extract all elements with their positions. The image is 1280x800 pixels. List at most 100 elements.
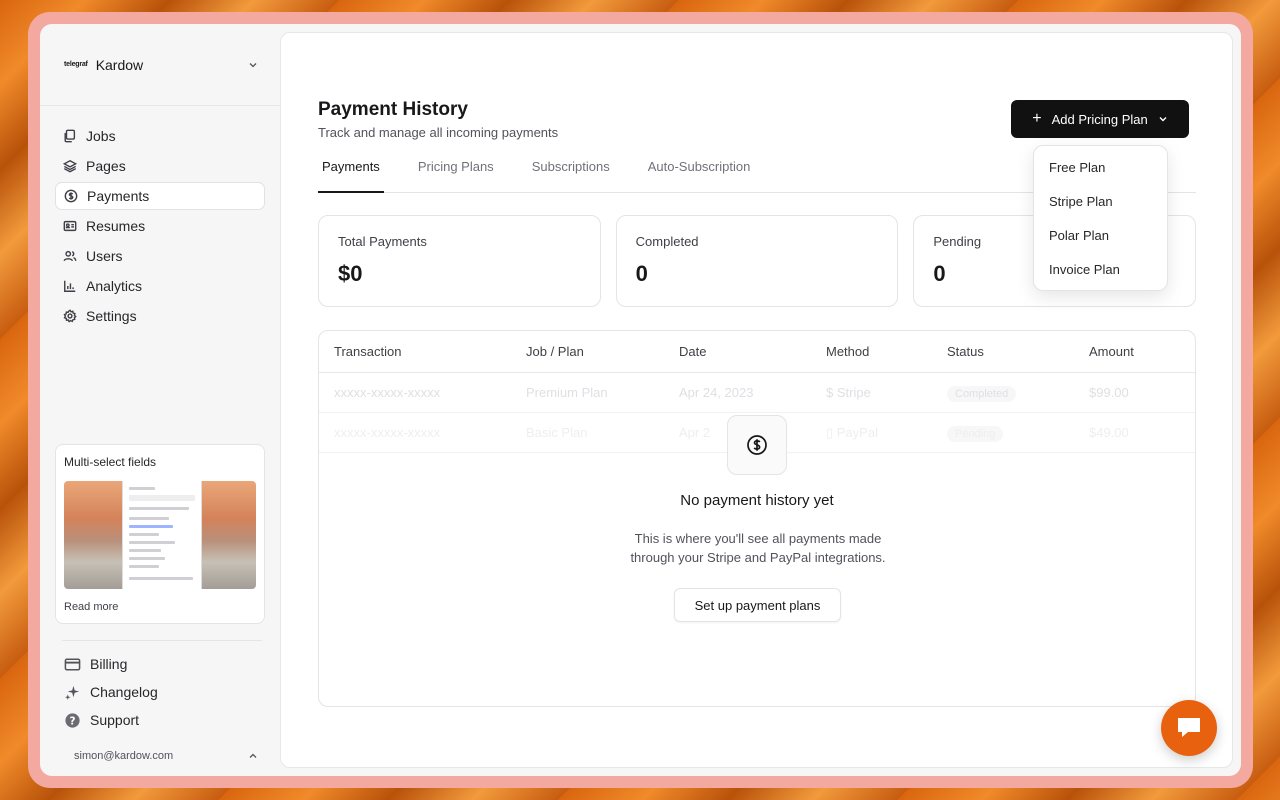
tab-payments[interactable]: Payments xyxy=(318,147,384,193)
empty-state-title: No payment history yet xyxy=(680,492,834,509)
ghost-cell: xxxxx-xxxxx-xxxxx xyxy=(334,385,441,400)
chevron-down-icon xyxy=(1159,117,1167,122)
sidebar-item-label: Billing xyxy=(90,656,128,672)
sidebar-item-label: Users xyxy=(86,248,123,264)
tab-subscriptions[interactable]: Subscriptions xyxy=(528,147,614,193)
stat-card-completed: Completed 0 xyxy=(615,215,899,307)
empty-state-description: This is where you'll see all payments ma… xyxy=(608,529,908,567)
add-pricing-plan-label: Add Pricing Plan xyxy=(1051,111,1148,127)
menu-item-invoice-plan[interactable]: Invoice Plan xyxy=(1034,252,1167,286)
setup-payment-plans-button[interactable]: Set up payment plans xyxy=(674,588,841,622)
ghost-cell: Completed xyxy=(947,385,1089,402)
column-header-amount: Amount xyxy=(1089,344,1134,359)
promo-image xyxy=(64,481,256,589)
add-pricing-plan-button[interactable]: + Add Pricing Plan xyxy=(1011,100,1189,138)
sidebar-item-label: Payments xyxy=(87,188,150,204)
sidebar-item-resumes[interactable]: Resumes xyxy=(55,212,265,240)
dollar-circle-icon xyxy=(64,189,78,203)
empty-desc-line: This is where you'll see all payments ma… xyxy=(634,531,882,546)
chevron-down-icon xyxy=(249,62,257,67)
user-menu[interactable]: simon@kardow.com xyxy=(74,750,258,762)
empty-state-icon-box xyxy=(727,415,787,475)
sidebar-item-label: Analytics xyxy=(86,278,143,294)
dollar-icon: $ xyxy=(826,385,837,400)
users-icon xyxy=(63,250,77,262)
chat-launcher-button[interactable] xyxy=(1161,700,1217,756)
tab-auto-subscription[interactable]: Auto-Subscription xyxy=(644,147,755,193)
payments-table: Transaction Job / Plan Date Method Statu… xyxy=(318,330,1196,707)
column-header-status: Status xyxy=(947,344,984,359)
sidebar-item-pages[interactable]: Pages xyxy=(55,152,265,180)
sidebar-item-analytics[interactable]: Analytics xyxy=(55,272,265,300)
id-card-icon xyxy=(63,220,77,232)
dollar-circle-icon xyxy=(747,435,767,455)
menu-item-polar-plan[interactable]: Polar Plan xyxy=(1034,218,1167,252)
ghost-cell: $ Stripe xyxy=(826,385,947,400)
page-subtitle: Track and manage all incoming payments xyxy=(318,125,559,140)
svg-text:?: ? xyxy=(69,715,75,727)
column-header-method: Method xyxy=(826,344,870,359)
pricing-plan-dropdown: Free Plan Stripe Plan Polar Plan Invoice… xyxy=(1033,145,1168,291)
ghost-cell: Pending xyxy=(947,425,1089,442)
table-header-row: Transaction Job / Plan Date Method Statu… xyxy=(319,331,1195,373)
chat-icon xyxy=(1178,718,1200,737)
main-nav: Jobs Pages Payments Resumes Users Analyt… xyxy=(40,106,280,330)
promo-title: Multi-select fields xyxy=(64,455,157,469)
column-header-date: Date xyxy=(679,344,707,359)
sidebar-item-label: Jobs xyxy=(86,128,116,144)
sparkles-icon xyxy=(64,685,80,700)
status-badge: Completed xyxy=(947,386,1017,402)
main-content: Payment History Track and manage all inc… xyxy=(280,32,1233,768)
user-email: simon@kardow.com xyxy=(74,750,174,762)
sidebar-item-jobs[interactable]: Jobs xyxy=(55,122,265,150)
sidebar-item-label: Settings xyxy=(86,308,137,324)
sidebar-item-billing[interactable]: Billing xyxy=(62,651,262,677)
sidebar-item-payments[interactable]: Payments xyxy=(55,182,265,210)
sidebar-item-users[interactable]: Users xyxy=(55,242,265,270)
app-window: telegraf Kardow Jobs Pages Payments Resu… xyxy=(40,24,1241,776)
stat-label: Total Payments xyxy=(338,234,427,249)
empty-desc-line: through your Stripe and PayPal integrati… xyxy=(630,550,886,565)
table-row: xxxxx-xxxxx-xxxxx Premium Plan Apr 24, 2… xyxy=(319,373,1195,413)
column-header-job-plan: Job / Plan xyxy=(526,344,584,359)
promo-read-more-link[interactable]: Read more xyxy=(64,601,256,613)
sidebar-item-label: Support xyxy=(90,712,140,728)
help-circle-icon: ? xyxy=(65,712,80,728)
ghost-method: PayPal xyxy=(836,424,878,440)
app-frame: telegraf Kardow Jobs Pages Payments Resu… xyxy=(28,12,1253,788)
stat-value: $0 xyxy=(338,261,363,286)
bar-chart-icon xyxy=(64,280,76,292)
ghost-method: Stripe xyxy=(836,385,871,400)
sidebar-item-support[interactable]: ? Support xyxy=(62,707,262,733)
workspace-switcher[interactable]: telegraf Kardow xyxy=(40,24,280,106)
feature-promo-card[interactable]: Multi-select fields Read more xyxy=(55,444,265,624)
tab-pricing-plans[interactable]: Pricing Plans xyxy=(414,147,498,193)
ghost-cell: Basic Plan xyxy=(526,425,588,440)
stat-value: 0 xyxy=(635,261,648,286)
plus-icon: + xyxy=(1032,110,1042,127)
stat-label: Completed xyxy=(635,234,699,249)
promo-image-ui-preview xyxy=(122,481,202,589)
chevron-up-icon xyxy=(249,753,257,758)
ghost-cell: xxxxx-xxxxx-xxxxx xyxy=(334,425,441,440)
layers-icon xyxy=(63,159,77,173)
page-title: Payment History xyxy=(318,99,468,120)
sidebar-item-label: Changelog xyxy=(90,684,158,700)
menu-item-free-plan[interactable]: Free Plan xyxy=(1034,150,1167,184)
ghost-cell: ▯ PayPal xyxy=(826,425,947,441)
gear-icon xyxy=(63,309,77,323)
paypal-icon: ▯ xyxy=(826,424,837,440)
column-header-transaction: Transaction xyxy=(334,344,402,359)
sidebar-item-settings[interactable]: Settings xyxy=(55,302,265,330)
ghost-cell: $99.00 xyxy=(1089,385,1129,400)
status-badge: Pending xyxy=(947,426,1004,442)
sidebar-item-label: Pages xyxy=(86,158,126,174)
sidebar-item-label: Resumes xyxy=(86,218,146,234)
workspace-logo: telegraf xyxy=(64,61,88,68)
sidebar: telegraf Kardow Jobs Pages Payments Resu… xyxy=(40,24,280,776)
sidebar-item-changelog[interactable]: Changelog xyxy=(62,679,262,705)
files-icon xyxy=(64,129,76,143)
ghost-cell: Premium Plan xyxy=(526,385,608,400)
workspace-name: Kardow xyxy=(95,56,144,73)
menu-item-stripe-plan[interactable]: Stripe Plan xyxy=(1034,184,1167,218)
